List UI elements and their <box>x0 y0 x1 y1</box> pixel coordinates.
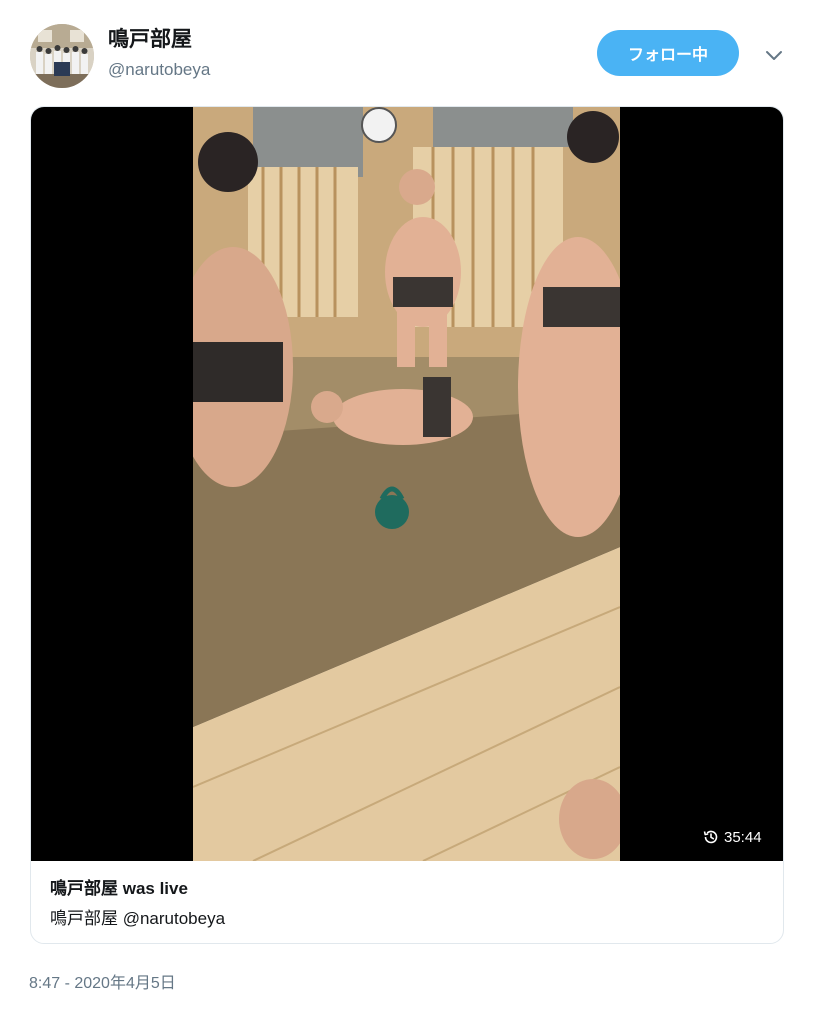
tweet-menu-button[interactable] <box>760 42 788 70</box>
duration-text: 35:44 <box>724 828 762 846</box>
live-card-title: 鳴戸部屋 was live <box>50 879 188 898</box>
author-handle[interactable]: @narutobeya <box>108 59 210 81</box>
avatar[interactable] <box>30 24 94 88</box>
history-clock-icon <box>703 830 718 844</box>
live-broadcast-card[interactable]: 35:44 鳴戸部屋 was live 鳴戸部屋 @narutobeya <box>30 106 784 944</box>
following-button[interactable]: フォロー中 <box>597 30 739 76</box>
video-player[interactable]: 35:44 <box>31 107 783 861</box>
avatar-photo <box>30 24 94 88</box>
tweet-timestamp[interactable]: 8:47 - 2020年4月5日 <box>29 973 176 995</box>
chevron-down-icon <box>766 51 782 60</box>
video-thumbnail <box>193 107 620 861</box>
author-display-name[interactable]: 鳴戸部屋 <box>108 27 192 53</box>
live-card-author: 鳴戸部屋 @narutobeya <box>50 909 226 928</box>
video-thumbnail-image <box>193 107 620 861</box>
tweet: 鳴戸部屋 @narutobeya フォロー中 35:44 鳴戸部屋 was li… <box>0 0 821 1011</box>
replay-duration-badge: 35:44 <box>697 823 769 851</box>
